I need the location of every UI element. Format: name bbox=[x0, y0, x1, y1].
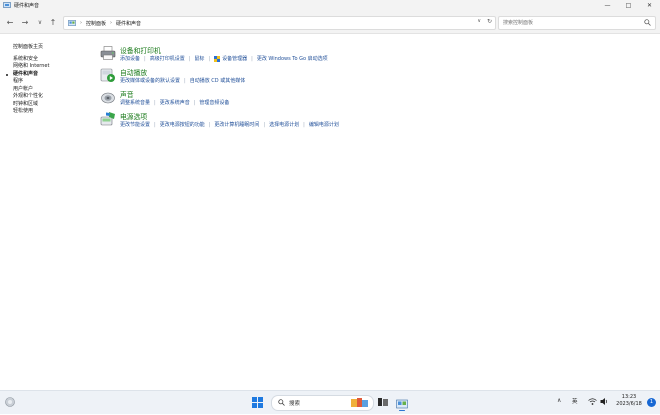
start-button[interactable] bbox=[252, 397, 263, 408]
windows-to-go-link[interactable]: 更改 Windows To Go 启动选项 bbox=[257, 55, 328, 62]
wifi-icon[interactable] bbox=[588, 397, 597, 406]
autoplay-cd-link[interactable]: 自动播放 CD 或其他媒体 bbox=[190, 77, 246, 84]
edit-power-plan-link[interactable]: 编辑电源计划 bbox=[309, 121, 339, 128]
clock[interactable]: 13:23 2023/6/18 bbox=[614, 394, 644, 408]
taskbar: 搜索 ∧ 英 13:23 2023/6/18 1 bbox=[0, 390, 660, 414]
breadcrumb-separator: › bbox=[80, 20, 82, 26]
link-divider: | bbox=[208, 55, 211, 62]
search-icon bbox=[644, 19, 651, 26]
power-plan-icon bbox=[100, 112, 115, 126]
power-button-function-link[interactable]: 更改电源按钮的功能 bbox=[160, 121, 205, 128]
section-autoplay: 自动播放 更改媒体或设备的默认设置 | 自动播放 CD 或其他媒体 bbox=[100, 67, 600, 87]
input-method-indicator[interactable]: 英 bbox=[572, 397, 578, 405]
sidebar-item-home[interactable]: 控制面板主页 bbox=[0, 44, 80, 52]
control-panel-icon bbox=[3, 2, 11, 8]
link-divider: | bbox=[154, 121, 156, 128]
printer-icon bbox=[100, 46, 116, 60]
sidebar-item-hardware-sound[interactable]: 硬件和声音 bbox=[0, 71, 80, 79]
breadcrumb-separator: › bbox=[110, 20, 113, 26]
clock-date: 2023/6/18 bbox=[616, 401, 642, 407]
sidebar-item-ease-of-access[interactable]: 轻松使用 bbox=[0, 108, 80, 116]
section-power-options: 电源选项 更改节能设置 | 更改电源按钮的功能 | 更改计算机睡眠时间 | 选择… bbox=[100, 111, 600, 131]
link-divider: | bbox=[251, 55, 253, 62]
link-divider: | bbox=[208, 121, 211, 128]
clock-time: 13:23 bbox=[621, 394, 637, 400]
sidebar-item-clock-region[interactable]: 时钟和区域 bbox=[0, 101, 80, 109]
breadcrumb-hardware-sound[interactable]: 硬件和声音 bbox=[116, 20, 141, 27]
title-bar: 硬件和声音 — □ ✕ bbox=[0, 0, 660, 11]
up-button[interactable]: ↑ bbox=[47, 16, 59, 28]
choose-power-plan-link[interactable]: 选择电源计划 bbox=[269, 121, 299, 128]
speaker-icon bbox=[101, 92, 115, 104]
notification-badge[interactable]: 1 bbox=[647, 398, 656, 407]
link-divider: | bbox=[263, 121, 266, 128]
address-bar[interactable]: › 控制面板 › 硬件和声音 ∨ ↻ bbox=[63, 16, 496, 30]
sidebar-item-programs[interactable]: 程序 bbox=[0, 78, 80, 86]
change-default-media-settings-link[interactable]: 更改媒体或设备的默认设置 bbox=[120, 77, 180, 84]
add-device-link[interactable]: 添加设备 bbox=[120, 55, 140, 62]
maximize-button[interactable]: □ bbox=[618, 0, 639, 11]
close-button[interactable]: ✕ bbox=[639, 0, 660, 11]
section-title[interactable]: 自动播放 bbox=[120, 67, 147, 77]
search-highlight-icon bbox=[351, 398, 368, 407]
window-title: 硬件和声音 bbox=[14, 3, 40, 9]
forward-button[interactable]: → bbox=[19, 16, 31, 28]
volume-icon[interactable] bbox=[600, 397, 609, 406]
link-divider: | bbox=[303, 121, 305, 128]
search-icon bbox=[278, 399, 285, 406]
refresh-button[interactable]: ↻ bbox=[487, 18, 492, 25]
section-sound: 声音 调整系统音量 | 更改系统声音 | 管理音频设备 bbox=[100, 89, 600, 109]
taskbar-search-label: 搜索 bbox=[289, 401, 301, 407]
weather-widget-icon[interactable] bbox=[4, 396, 16, 408]
sidebar-item-label: 硬件和声音 bbox=[13, 70, 39, 77]
adjust-volume-link[interactable]: 调整系统音量 bbox=[120, 99, 150, 106]
control-panel-taskbar-icon[interactable] bbox=[396, 396, 408, 411]
sleep-time-link[interactable]: 更改计算机睡眠时间 bbox=[214, 121, 259, 128]
minimize-button[interactable]: — bbox=[597, 0, 618, 11]
sidebar: 控制面板主页 系统和安全 网络和 Internet 硬件和声音 程序 用户帐户 … bbox=[0, 40, 80, 116]
link-divider: | bbox=[188, 55, 191, 62]
recent-locations-button[interactable]: ∨ bbox=[34, 16, 46, 28]
back-button[interactable]: ← bbox=[4, 16, 16, 28]
address-dropdown-button[interactable]: ∨ bbox=[477, 18, 481, 24]
sidebar-item-network-internet[interactable]: 网络和 Internet bbox=[0, 63, 80, 71]
link-divider: | bbox=[193, 99, 196, 106]
section-devices-printers: 设备和打印机 添加设备 | 高级打印机设置 | 鼠标 | 设备管理器 | 更改 … bbox=[100, 45, 600, 65]
uac-shield-icon bbox=[214, 55, 221, 62]
search-input[interactable]: 搜索控制面板 bbox=[498, 16, 656, 30]
current-item-bullet bbox=[6, 73, 8, 76]
change-system-sounds-link[interactable]: 更改系统声音 bbox=[160, 99, 190, 106]
link-divider: | bbox=[144, 55, 146, 62]
autoplay-icon bbox=[100, 68, 115, 82]
section-title[interactable]: 电源选项 bbox=[120, 111, 147, 121]
section-title[interactable]: 设备和打印机 bbox=[120, 45, 161, 55]
search-placeholder: 搜索控制面板 bbox=[503, 20, 534, 26]
taskbar-search-box[interactable]: 搜索 bbox=[271, 395, 374, 411]
control-panel-icon bbox=[68, 20, 76, 26]
mouse-link[interactable]: 鼠标 bbox=[194, 55, 204, 62]
sidebar-item-appearance[interactable]: 外观和个性化 bbox=[0, 93, 80, 101]
show-hidden-icons-button[interactable]: ∧ bbox=[557, 397, 561, 404]
sidebar-item-system-security[interactable]: 系统和安全 bbox=[0, 56, 80, 64]
control-panel-icon bbox=[396, 399, 408, 409]
advanced-printer-setup-link[interactable]: 高级打印机设置 bbox=[150, 55, 185, 62]
section-title[interactable]: 声音 bbox=[120, 89, 134, 99]
link-divider: | bbox=[184, 77, 186, 84]
breadcrumb-control-panel[interactable]: 控制面板 bbox=[86, 20, 106, 27]
sidebar-item-user-accounts[interactable]: 用户帐户 bbox=[0, 86, 80, 94]
task-view-icon[interactable] bbox=[377, 396, 389, 408]
change-battery-settings-link[interactable]: 更改节能设置 bbox=[120, 121, 150, 128]
navigation-bar: ← → ∨ ↑ › 控制面板 › 硬件和声音 ∨ ↻ 搜索控制面板 bbox=[0, 11, 660, 34]
link-divider: | bbox=[154, 99, 156, 106]
manage-audio-devices-link[interactable]: 管理音频设备 bbox=[199, 99, 229, 106]
device-manager-link[interactable]: 设备管理器 bbox=[222, 55, 247, 62]
